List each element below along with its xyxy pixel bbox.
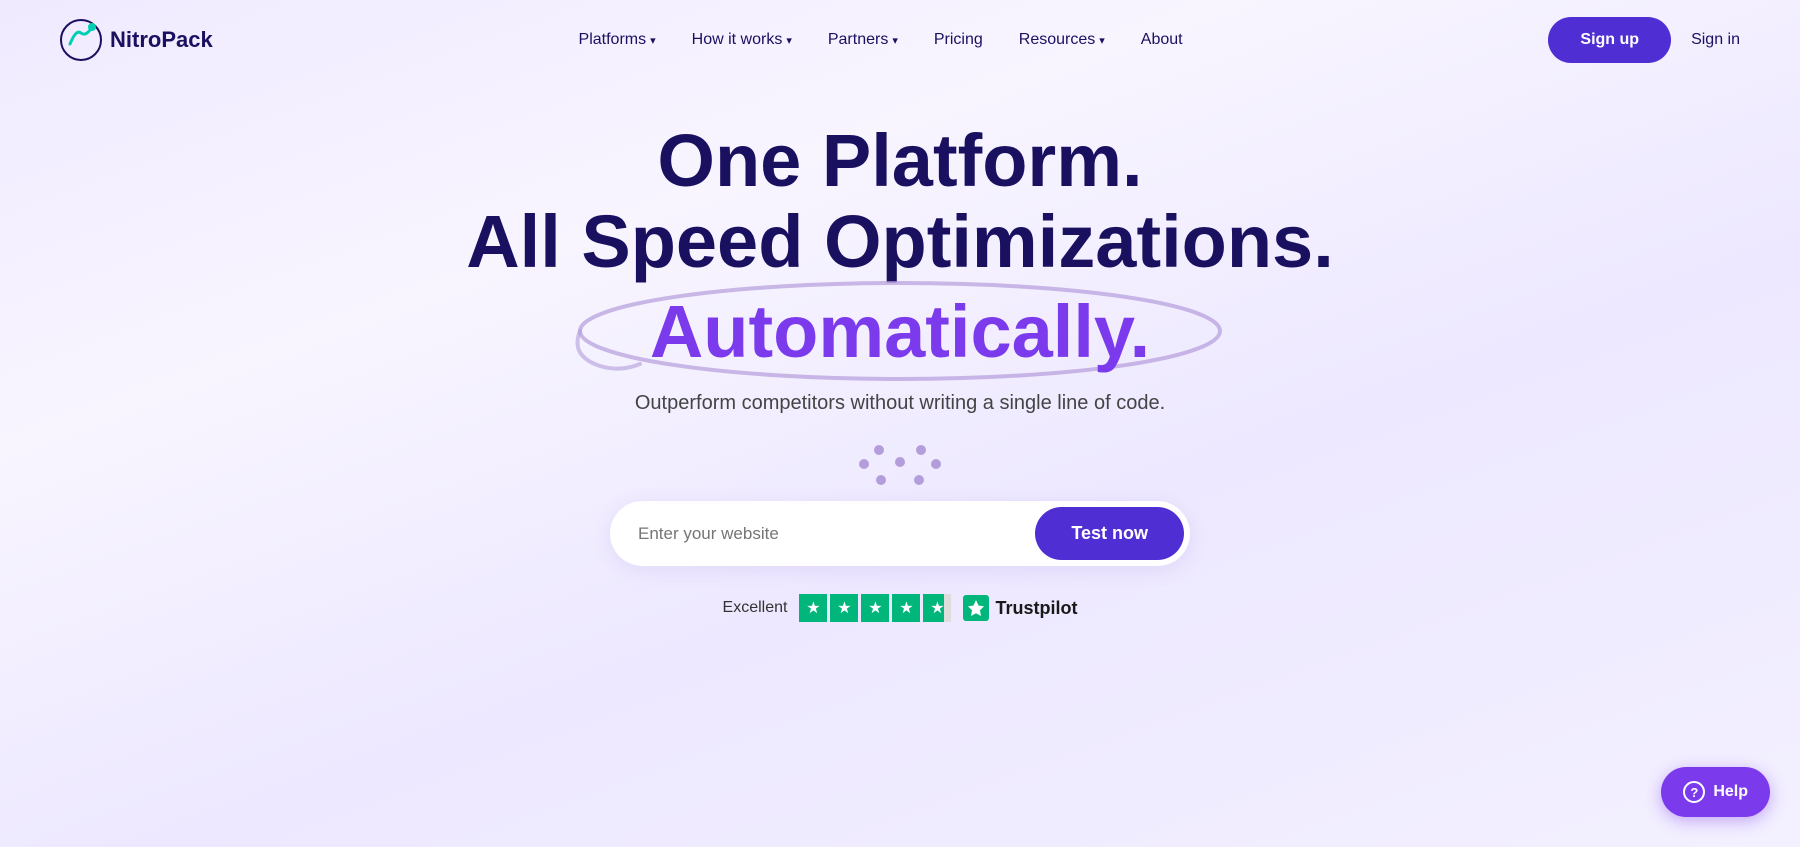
- signin-button[interactable]: Sign in: [1691, 31, 1740, 49]
- website-input[interactable]: [638, 524, 1035, 544]
- star-4: ★: [892, 594, 920, 622]
- platforms-chevron-icon: ▾: [650, 34, 656, 47]
- star-2: ★: [830, 594, 858, 622]
- hero-section: One Platform. All Speed Optimizations. A…: [0, 80, 1800, 622]
- nav-item-platforms[interactable]: Platforms ▾: [579, 31, 656, 49]
- hero-auto-wrapper: Automatically.: [650, 291, 1150, 372]
- help-circle-icon: ?: [1683, 781, 1705, 803]
- logo-text: NitroPack: [110, 27, 213, 53]
- trustpilot-row: Excellent ★ ★ ★ ★ ★ Trustpilot: [723, 594, 1078, 622]
- logo-link[interactable]: NitroPack: [60, 19, 213, 61]
- nav-actions: Sign up Sign in: [1548, 17, 1740, 63]
- navbar: NitroPack Platforms ▾ How it works ▾ Par…: [0, 0, 1800, 80]
- trustpilot-stars: ★ ★ ★ ★ ★: [799, 594, 951, 622]
- test-now-button[interactable]: Test now: [1035, 507, 1184, 560]
- help-button[interactable]: ? Help: [1661, 767, 1770, 817]
- trustpilot-excellent-label: Excellent: [723, 599, 788, 617]
- trustpilot-logo-icon: [963, 595, 989, 621]
- resources-chevron-icon: ▾: [1099, 34, 1105, 47]
- nav-item-resources[interactable]: Resources ▾: [1019, 31, 1105, 49]
- trustpilot-brand-label: Trustpilot: [995, 598, 1077, 619]
- nav-item-how-it-works[interactable]: How it works ▾: [692, 31, 792, 49]
- star-3: ★: [861, 594, 889, 622]
- nav-links: Platforms ▾ How it works ▾ Partners ▾ Pr…: [579, 31, 1183, 49]
- signup-button[interactable]: Sign up: [1548, 17, 1671, 63]
- hero-headline-line2: All Speed Optimizations.: [466, 201, 1334, 282]
- nav-item-about[interactable]: About: [1141, 31, 1183, 49]
- nav-item-partners[interactable]: Partners ▾: [828, 31, 898, 49]
- trustpilot-logo: Trustpilot: [963, 595, 1077, 621]
- help-label: Help: [1713, 783, 1748, 801]
- chevron-dots: [873, 443, 927, 481]
- how-it-works-chevron-icon: ▾: [786, 34, 792, 47]
- nav-item-pricing[interactable]: Pricing: [934, 31, 983, 49]
- logo-icon: [60, 19, 102, 61]
- hero-subtext: Outperform competitors without writing a…: [635, 392, 1165, 415]
- star-1: ★: [799, 594, 827, 622]
- star-5: ★: [923, 594, 951, 622]
- partners-chevron-icon: ▾: [892, 34, 898, 47]
- hero-headline-line1: One Platform.: [657, 120, 1142, 201]
- hero-headline-auto: Automatically.: [650, 291, 1150, 372]
- website-input-bar: Test now: [610, 501, 1190, 566]
